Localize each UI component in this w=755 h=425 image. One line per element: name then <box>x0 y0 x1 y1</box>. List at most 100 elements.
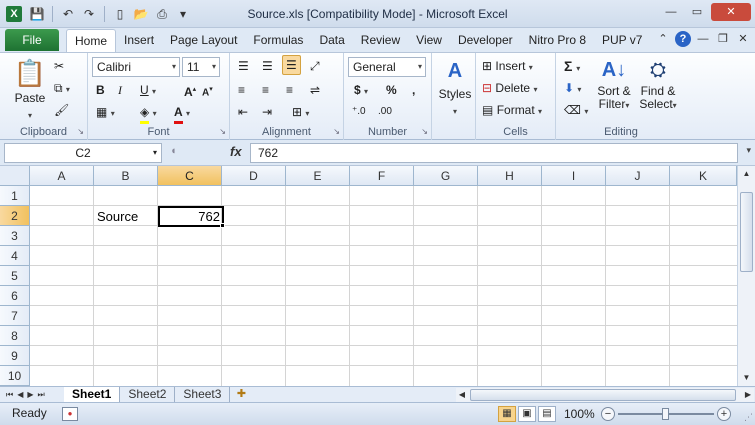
format-painter-button[interactable]: 🖌 <box>54 101 69 119</box>
tab-home[interactable]: Home <box>66 29 117 52</box>
prev-sheet-icon[interactable]: ◀ <box>17 387 23 402</box>
zoom-slider-thumb[interactable] <box>662 408 669 420</box>
number-format-box[interactable]: General ▾ <box>348 57 426 77</box>
zoom-out-icon[interactable]: − <box>601 407 615 421</box>
formula-input[interactable]: 762 <box>250 143 738 163</box>
sort-filter-button[interactable]: A↓ Sort & Filter▾ <box>594 55 634 112</box>
currency-button[interactable]: $ ▾ <box>354 81 368 101</box>
column-header-f[interactable]: F <box>350 166 414 186</box>
tab-nitro-pro-8[interactable]: Nitro Pro 8 <box>521 29 594 52</box>
decrease-indent-button[interactable]: ⇤ <box>238 103 248 121</box>
copy-button[interactable]: ⧉ ▾ <box>54 79 70 99</box>
fill-handle[interactable] <box>220 223 225 228</box>
vertical-scroll-thumb[interactable] <box>740 192 753 272</box>
help-icon[interactable]: ? <box>675 31 691 47</box>
align-right-button[interactable]: ≡ <box>286 81 293 99</box>
column-header-h[interactable]: H <box>478 166 542 186</box>
tab-page-layout[interactable]: Page Layout <box>162 29 245 52</box>
maximize-icon[interactable]: ▭ <box>685 3 709 21</box>
cut-button[interactable]: ✂ <box>54 57 64 75</box>
column-header-a[interactable]: A <box>30 166 94 186</box>
row-header-9[interactable]: 9 <box>0 346 30 366</box>
insert-cells-button[interactable]: ⊞ Insert ▾ <box>482 57 533 77</box>
increase-indent-button[interactable]: ⇥ <box>262 103 272 121</box>
minimize-icon[interactable]: — <box>659 3 683 21</box>
doc-close-icon[interactable]: ✕ <box>735 31 751 47</box>
expand-formula-bar-icon[interactable]: ▾ <box>746 145 751 156</box>
merge-center-button[interactable]: ⊞ ▾ <box>292 103 309 123</box>
sheet-tab-sheet3[interactable]: Sheet3 <box>175 387 231 403</box>
doc-minimize-icon[interactable]: — <box>695 31 711 47</box>
column-header-c[interactable]: C <box>158 166 222 186</box>
fill-color-button[interactable]: ◈ ▾ <box>140 103 157 124</box>
center-button[interactable]: ≡ <box>262 81 269 99</box>
find-select-button[interactable]: ⛭ Find & Select▾ <box>636 55 680 112</box>
page-break-preview-icon[interactable]: ▤ <box>538 406 556 422</box>
record-macro-icon[interactable]: ● <box>62 407 78 421</box>
underline-dropdown[interactable]: ▾ <box>152 81 156 101</box>
tab-insert[interactable]: Insert <box>116 29 162 52</box>
delete-cells-button[interactable]: ⊟ Delete ▾ <box>482 79 537 99</box>
doc-restore-icon[interactable]: ❐ <box>715 31 731 47</box>
horizontal-scrollbar[interactable]: ◀ ▶ <box>456 388 754 402</box>
bold-button[interactable]: B <box>96 81 105 99</box>
worksheet-grid[interactable]: A B C D E F G H I J K 1 2 3 4 5 6 7 8 9 … <box>0 166 737 386</box>
row-header-3[interactable]: 3 <box>0 226 30 246</box>
tab-formulas[interactable]: Formulas <box>245 29 311 52</box>
sheet-tab-sheet1[interactable]: Sheet1 <box>64 387 121 403</box>
percent-button[interactable]: % <box>386 81 397 99</box>
column-header-b[interactable]: B <box>94 166 158 186</box>
tab-view[interactable]: View <box>408 29 450 52</box>
clear-button[interactable]: ⌫ ▾ <box>564 101 588 121</box>
format-cells-button[interactable]: ▤ Format ▾ <box>482 101 542 121</box>
zoom-in-icon[interactable]: + <box>717 407 731 421</box>
dialog-launcher-icon[interactable]: ↘ <box>333 127 340 136</box>
tab-file[interactable]: File <box>5 29 59 51</box>
comma-button[interactable]: , <box>412 81 415 99</box>
font-color-button[interactable]: A ▾ <box>174 103 190 124</box>
font-size-box[interactable]: 11 ▾ <box>182 57 220 77</box>
font-name-box[interactable]: Calibri ▾ <box>92 57 180 77</box>
select-all-corner[interactable] <box>0 166 30 186</box>
formula-bar-splitter-icon[interactable]: ◖ <box>170 145 177 157</box>
insert-function-icon[interactable]: fx <box>230 144 242 159</box>
row-header-8[interactable]: 8 <box>0 326 30 346</box>
underline-button[interactable]: U <box>140 81 149 99</box>
vertical-scrollbar[interactable]: ▲ ▼ <box>737 166 755 386</box>
column-header-j[interactable]: J <box>606 166 670 186</box>
minimize-ribbon-icon[interactable]: ⌃ <box>655 31 671 47</box>
align-top-button[interactable]: ☰ <box>238 57 249 75</box>
shrink-font-button[interactable]: A▾ <box>202 81 213 102</box>
tab-review[interactable]: Review <box>353 29 408 52</box>
row-header-7[interactable]: 7 <box>0 306 30 326</box>
wrap-text-button[interactable]: ⇌ <box>310 81 320 99</box>
fill-button[interactable]: ⬇ ▾ <box>564 79 581 99</box>
increase-decimal-button[interactable]: ⁺.0 <box>352 103 366 121</box>
column-header-k[interactable]: K <box>670 166 737 186</box>
row-header-2[interactable]: 2 <box>0 206 30 226</box>
tab-pup-v7[interactable]: PUP v7 <box>594 29 650 52</box>
column-header-i[interactable]: I <box>542 166 606 186</box>
borders-button[interactable]: ▦ ▾ <box>96 103 115 123</box>
resize-grip-icon[interactable]: ⋰ <box>744 412 753 423</box>
next-sheet-icon[interactable]: ▶ <box>27 387 33 402</box>
horizontal-scroll-thumb[interactable] <box>470 389 736 401</box>
column-header-d[interactable]: D <box>222 166 286 186</box>
align-left-button[interactable]: ≡ <box>238 81 245 99</box>
dialog-launcher-icon[interactable]: ↘ <box>219 127 226 136</box>
sheet-tab-sheet2[interactable]: Sheet2 <box>120 387 176 403</box>
close-icon[interactable]: ✕ <box>711 3 751 21</box>
italic-button[interactable]: I <box>118 81 122 99</box>
styles-button[interactable]: A Styles ▾ <box>438 57 472 121</box>
decrease-decimal-button[interactable]: .00 <box>378 103 392 121</box>
paste-button[interactable]: 📋 Paste ▾ <box>12 57 48 125</box>
orientation-button[interactable]: ⤢ <box>310 57 320 75</box>
zoom-level[interactable]: 100% <box>564 407 595 421</box>
align-middle-button[interactable]: ☰ <box>262 57 273 75</box>
tab-data[interactable]: Data <box>311 29 352 52</box>
normal-view-icon[interactable]: ▦ <box>498 406 516 422</box>
scroll-right-icon[interactable]: ▶ <box>742 388 754 402</box>
grow-font-button[interactable]: A▴ <box>184 81 196 101</box>
row-header-10[interactable]: 10 <box>0 366 30 386</box>
last-sheet-icon[interactable]: ⏭ <box>38 387 45 402</box>
